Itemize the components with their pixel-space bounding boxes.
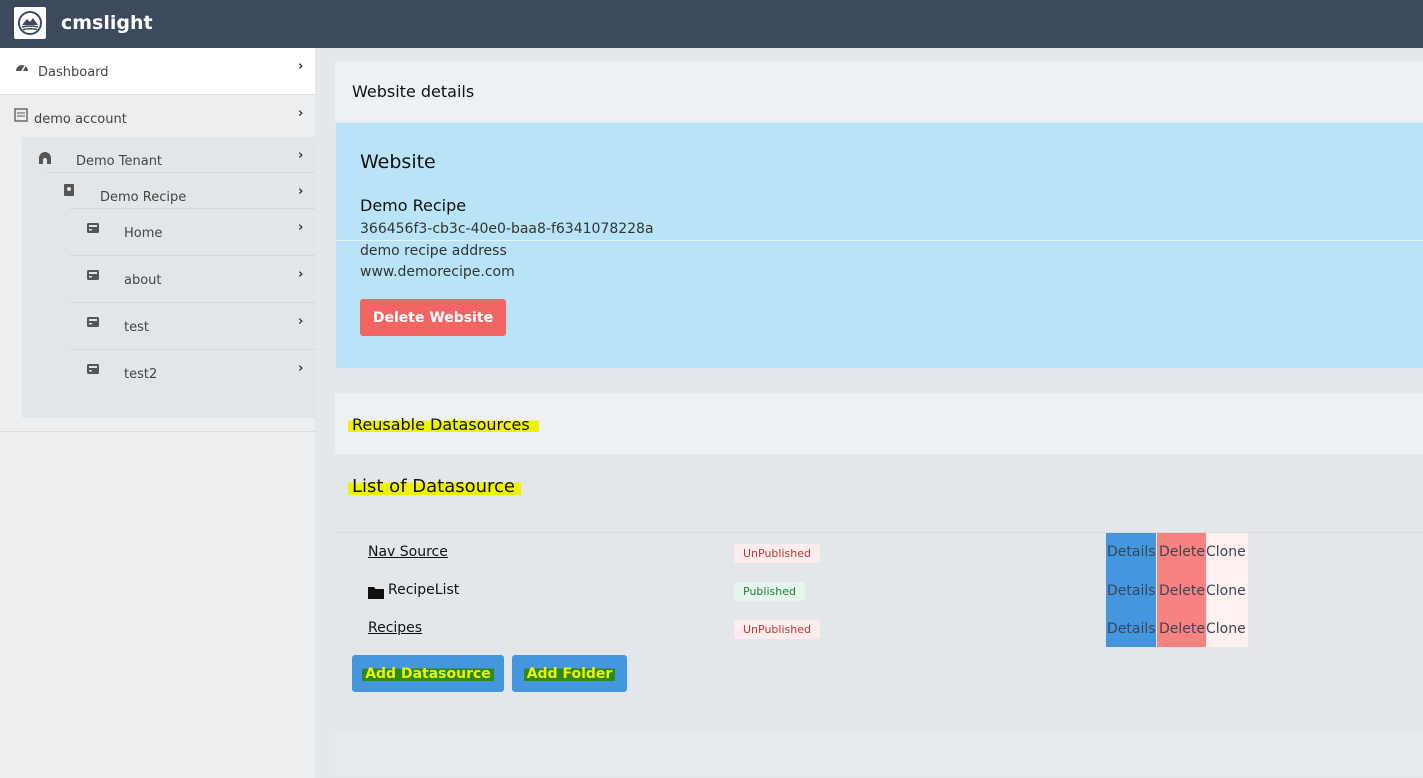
- status-badge: UnPublished: [734, 544, 820, 563]
- app-logo-icon[interactable]: [14, 7, 46, 39]
- section-title: Website details: [352, 82, 475, 101]
- datasource-list: List of Datasource: [335, 455, 1423, 775]
- add-folder-button[interactable]: Add Folder: [512, 655, 627, 692]
- sidebar-item-page[interactable]: test2 ›: [70, 350, 315, 396]
- divider: [335, 532, 1423, 533]
- datasource-link[interactable]: Nav Source: [368, 544, 448, 560]
- sidebar-item-label: Demo Tenant: [76, 154, 163, 169]
- list-title: List of Datasource: [348, 476, 522, 497]
- details-button[interactable]: Details: [1107, 583, 1156, 599]
- add-datasource-button[interactable]: Add Datasource: [352, 655, 504, 692]
- details-button[interactable]: Details: [1107, 621, 1156, 637]
- recipe-book-icon: [64, 184, 74, 196]
- chevron-right-icon: ›: [298, 106, 304, 121]
- delete-website-button[interactable]: Delete Website: [360, 299, 506, 336]
- chevron-right-icon: ›: [298, 148, 304, 163]
- sidebar-item-label: test: [124, 320, 149, 335]
- chevron-right-icon: ›: [298, 361, 304, 376]
- details-button[interactable]: Details: [1107, 544, 1156, 560]
- sidebar-item-label: demo account: [34, 112, 127, 127]
- folder-icon: [368, 584, 384, 603]
- sidebar-item-tenant[interactable]: Demo Tenant ›: [22, 137, 315, 173]
- delete-button[interactable]: Delete: [1159, 583, 1205, 599]
- sidebar-item-page[interactable]: Home ›: [70, 209, 315, 255]
- tenant-tree: Demo Tenant › Demo Recipe › Home › about…: [22, 137, 315, 418]
- tenant-arch-icon: [39, 152, 51, 164]
- reusable-datasources-header: Reusable Datasources: [335, 393, 1423, 454]
- website-panel: Website Demo Recipe 366456f3-cb3c-40e0-b…: [336, 123, 1423, 368]
- chevron-right-icon: ›: [298, 314, 304, 329]
- status-badge: UnPublished: [734, 620, 820, 639]
- sidebar-item-dashboard[interactable]: Dashboard ›: [0, 48, 315, 95]
- sidebar-item-recipe[interactable]: Demo Recipe ›: [46, 173, 315, 208]
- sidebar: Dashboard › demo account › Demo Tenant ›: [0, 48, 315, 778]
- panel-title: Website: [360, 151, 436, 173]
- website-name: Demo Recipe: [360, 196, 467, 215]
- sidebar-item-label: Demo Recipe: [100, 190, 187, 205]
- page-icon: [87, 317, 99, 327]
- section-title: Reusable Datasources: [348, 415, 539, 434]
- button-label: Add Folder: [523, 665, 616, 682]
- top-bar: cmslight: [0, 0, 1423, 48]
- website-address: demo recipe address: [360, 243, 507, 259]
- sidebar-item-page[interactable]: test ›: [70, 303, 315, 349]
- app-title[interactable]: cmslight: [61, 12, 153, 34]
- dashboard-gauge-icon: [16, 65, 28, 72]
- clone-button[interactable]: Clone: [1206, 621, 1246, 637]
- sidebar-item-label: Home: [124, 226, 163, 241]
- list-footer: [335, 730, 1423, 775]
- account-list-icon: [14, 108, 28, 122]
- status-badge: Published: [734, 582, 805, 601]
- sidebar-item-label: test2: [124, 367, 158, 382]
- folder-name[interactable]: RecipeList: [388, 582, 459, 598]
- clone-button[interactable]: Clone: [1206, 544, 1246, 560]
- sidebar-item-page[interactable]: about ›: [70, 256, 315, 302]
- datasource-link[interactable]: Recipes: [368, 620, 422, 636]
- page-icon: [87, 364, 99, 374]
- sidebar-item-label: Dashboard: [38, 65, 109, 80]
- chevron-right-icon: ›: [298, 184, 304, 199]
- page-icon: [87, 270, 99, 280]
- website-details-header: Website details: [335, 61, 1423, 122]
- delete-button[interactable]: Delete: [1159, 621, 1205, 637]
- button-label: Add Datasource: [362, 665, 494, 682]
- sidebar-item-label: about: [124, 273, 162, 288]
- chevron-right-icon: ›: [298, 267, 304, 282]
- website-id: 366456f3-cb3c-40e0-baa8-f6341078228a: [360, 221, 654, 237]
- chevron-right-icon: ›: [298, 59, 304, 74]
- website-url: www.demorecipe.com: [360, 264, 515, 280]
- delete-button[interactable]: Delete: [1159, 544, 1205, 560]
- page-icon: [87, 223, 99, 233]
- chevron-right-icon: ›: [298, 220, 304, 235]
- divider: [336, 240, 1423, 241]
- clone-button[interactable]: Clone: [1206, 583, 1246, 599]
